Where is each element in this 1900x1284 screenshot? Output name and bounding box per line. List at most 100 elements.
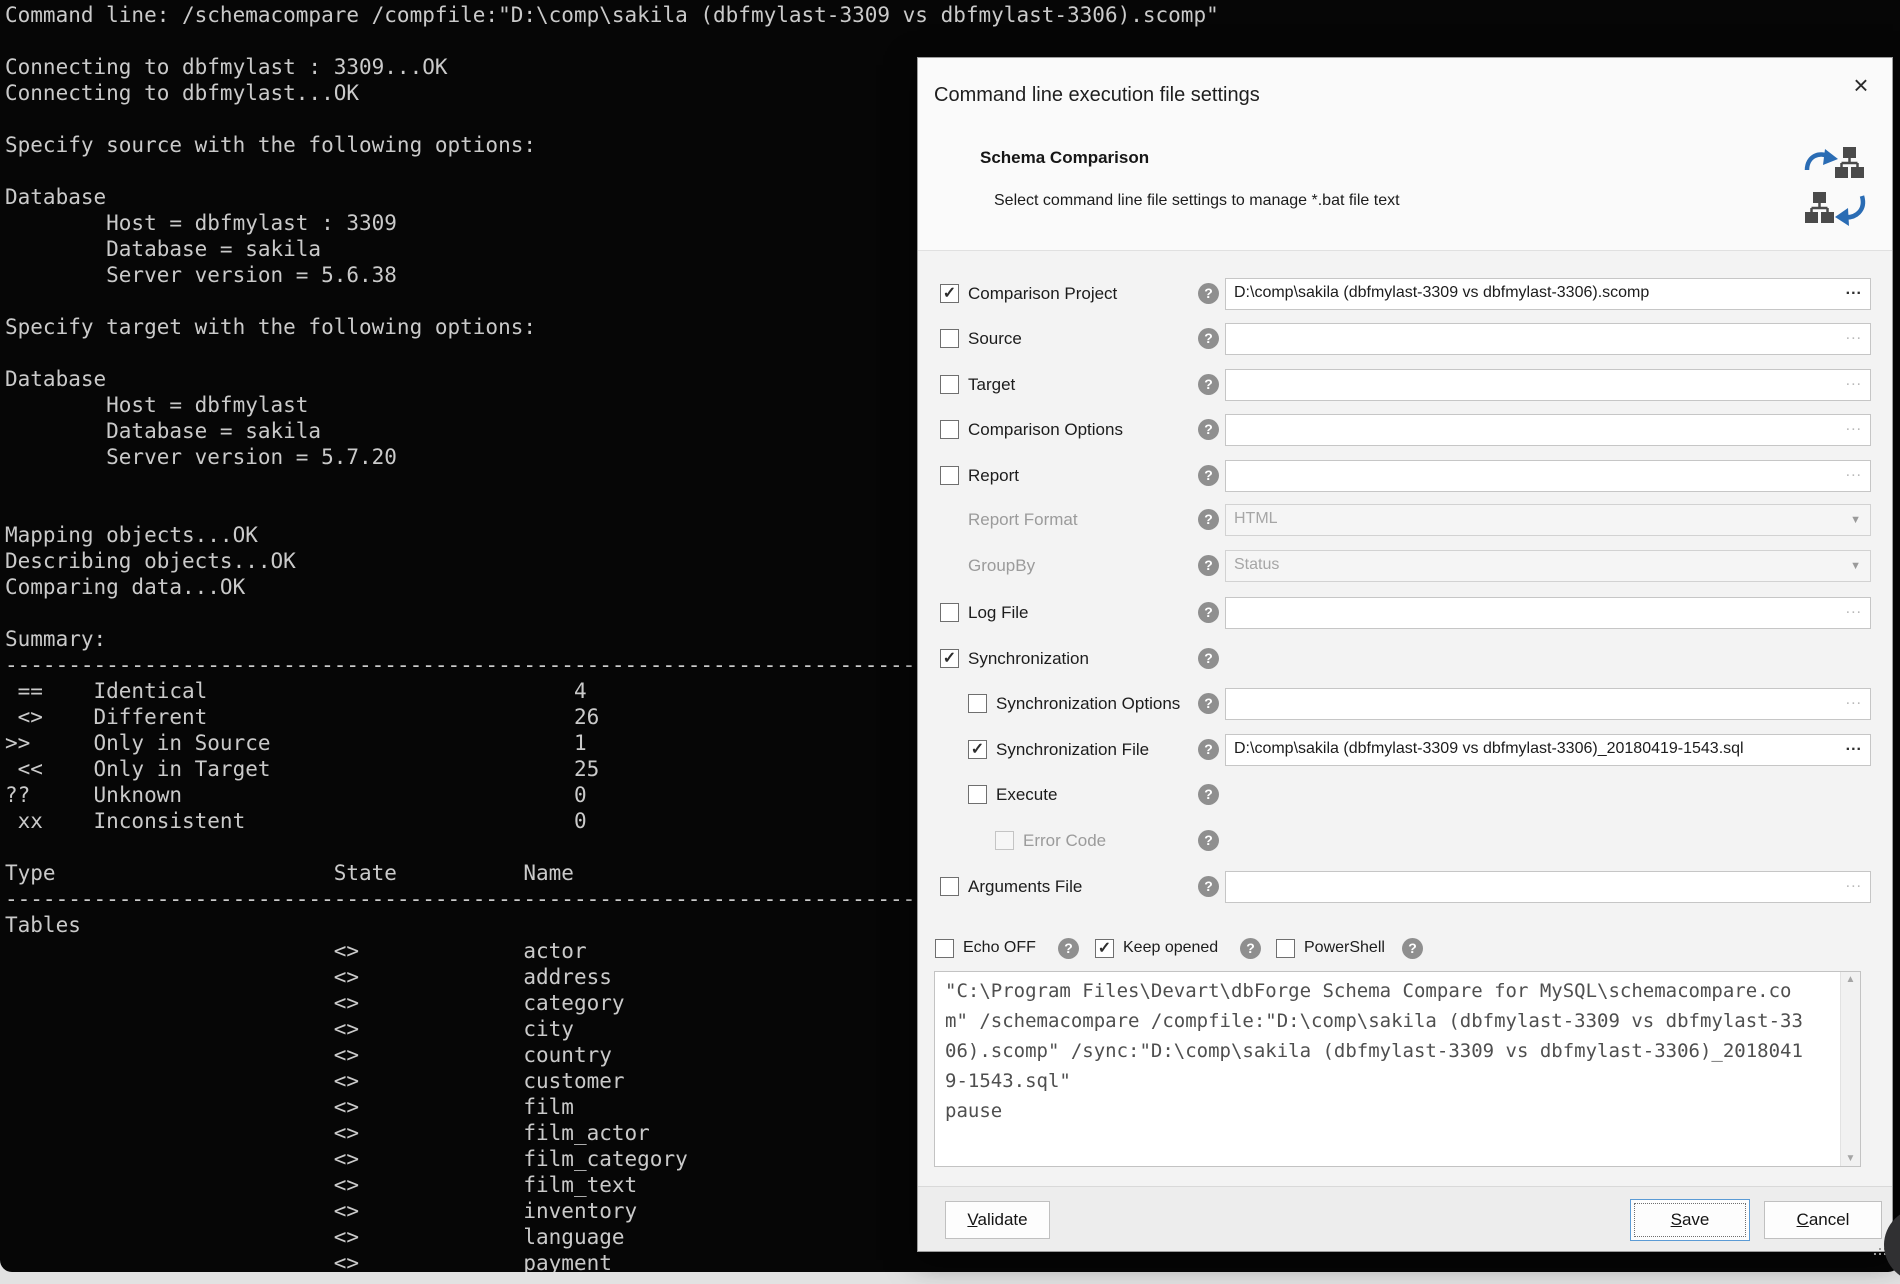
row-execute: ✓ Execute ? <box>918 779 1892 811</box>
help-icon[interactable]: ? <box>1198 419 1219 440</box>
help-icon[interactable]: ? <box>1198 784 1219 805</box>
target-input[interactable]: ... <box>1225 369 1871 401</box>
scroll-up-icon[interactable]: ▲ <box>1841 974 1860 985</box>
select-value: HTML <box>1234 510 1278 528</box>
comparison-project-label: Comparison Project <box>968 284 1117 304</box>
execute-checkbox[interactable]: ✓ <box>968 785 987 804</box>
synchronization-options-checkbox[interactable]: ✓ <box>968 694 987 713</box>
help-icon[interactable]: ? <box>1198 283 1219 304</box>
browse-button[interactable]: ... <box>1846 691 1862 709</box>
browse-button[interactable]: ... <box>1846 417 1862 435</box>
help-icon[interactable]: ? <box>1198 739 1219 760</box>
save-button[interactable]: Save <box>1630 1199 1750 1241</box>
help-icon[interactable]: ? <box>1198 876 1219 897</box>
row-comparison-options: ✓ Comparison Options ? ... <box>918 414 1892 446</box>
field-value: D:\comp\sakila (dbfmylast-3309 vs dbfmyl… <box>1234 740 1744 758</box>
checkmark-icon: ✓ <box>941 285 958 302</box>
target-label: Target <box>968 375 1015 395</box>
row-source: ✓ Source ? ... <box>918 323 1892 355</box>
bat-text: "C:\Program Files\Devart\dbForge Schema … <box>935 972 1823 1130</box>
row-groupby: GroupBy ? Status ▼ <box>918 550 1892 582</box>
chevron-down-icon: ▼ <box>1850 560 1861 572</box>
comparison-options-checkbox[interactable]: ✓ <box>940 420 959 439</box>
schema-comparison-icon <box>1802 146 1868 230</box>
report-checkbox[interactable]: ✓ <box>940 466 959 485</box>
help-icon[interactable]: ? <box>1198 648 1219 669</box>
log-file-checkbox[interactable]: ✓ <box>940 603 959 622</box>
scroll-down-icon[interactable]: ▼ <box>1841 1153 1860 1164</box>
help-icon[interactable]: ? <box>1240 938 1261 959</box>
screen: Command line: /schemacompare /compfile:"… <box>0 0 1900 1284</box>
source-checkbox[interactable]: ✓ <box>940 329 959 348</box>
error-code-checkbox: ✓ <box>995 831 1014 850</box>
synchronization-label: Synchronization <box>968 649 1089 669</box>
browse-button[interactable]: ... <box>1846 600 1862 618</box>
report-input[interactable]: ... <box>1225 460 1871 492</box>
select-value: Status <box>1234 556 1279 574</box>
row-error-code: ✓ Error Code ? <box>918 825 1892 857</box>
browse-button[interactable]: ... <box>1846 463 1862 481</box>
help-icon[interactable]: ? <box>1402 938 1423 959</box>
arguments-file-checkbox[interactable]: ✓ <box>940 877 959 896</box>
comparison-options-input[interactable]: ... <box>1225 414 1871 446</box>
help-icon[interactable]: ? <box>1198 509 1219 530</box>
source-label: Source <box>968 329 1022 349</box>
browse-button[interactable]: ... <box>1846 281 1862 299</box>
row-target: ✓ Target ? ... <box>918 369 1892 401</box>
row-comparison-project: ✓ Comparison Project ? D:\comp\sakila (d… <box>918 278 1892 310</box>
row-synchronization: ✓ Synchronization ? <box>918 643 1892 675</box>
help-icon[interactable]: ? <box>1198 555 1219 576</box>
synchronization-file-checkbox[interactable]: ✓ <box>968 740 987 759</box>
browse-button[interactable]: ... <box>1846 737 1862 755</box>
close-icon[interactable]: × <box>1848 72 1874 98</box>
cancel-button[interactable]: Cancel <box>1764 1201 1882 1239</box>
log-file-label: Log File <box>968 603 1028 623</box>
checkmark-icon: ✓ <box>941 650 958 667</box>
dialog-header: Command line execution file settings × S… <box>918 58 1892 251</box>
checkmark-icon: ✓ <box>969 741 986 758</box>
report-format-select: HTML ▼ <box>1225 504 1871 536</box>
keep-opened-label: Keep opened <box>1123 939 1218 957</box>
help-icon[interactable]: ? <box>1198 602 1219 623</box>
arguments-file-input[interactable]: ... <box>1225 871 1871 903</box>
keep-opened-checkbox[interactable]: ✓ <box>1095 939 1114 958</box>
help-icon[interactable]: ? <box>1058 938 1079 959</box>
report-format-label: Report Format <box>968 510 1078 530</box>
row-arguments-file: ✓ Arguments File ? ... <box>918 871 1892 903</box>
help-icon[interactable]: ? <box>1198 465 1219 486</box>
source-input[interactable]: ... <box>1225 323 1871 355</box>
row-synchronization-file: ✓ Synchronization File ? D:\comp\sakila … <box>918 734 1892 766</box>
echo-off-label: Echo OFF <box>963 939 1036 957</box>
synchronization-file-input[interactable]: D:\comp\sakila (dbfmylast-3309 vs dbfmyl… <box>1225 734 1871 766</box>
help-icon[interactable]: ? <box>1198 693 1219 714</box>
synchronization-options-input[interactable]: ... <box>1225 688 1871 720</box>
arguments-file-label: Arguments File <box>968 877 1082 897</box>
scrollbar[interactable]: ▲ ▼ <box>1840 972 1860 1166</box>
powershell-label: PowerShell <box>1304 939 1385 957</box>
chevron-down-icon: ▼ <box>1850 514 1861 526</box>
help-icon[interactable]: ? <box>1198 328 1219 349</box>
powershell-checkbox[interactable]: ✓ <box>1276 939 1295 958</box>
comparison-project-input[interactable]: D:\comp\sakila (dbfmylast-3309 vs dbfmyl… <box>1225 278 1871 310</box>
bat-text-area[interactable]: "C:\Program Files\Devart\dbForge Schema … <box>934 971 1861 1167</box>
report-label: Report <box>968 466 1019 486</box>
dialog-title: Command line execution file settings <box>934 84 1260 107</box>
help-icon[interactable]: ? <box>1198 374 1219 395</box>
dialog-description: Select command line file settings to man… <box>994 192 1400 210</box>
browse-button[interactable]: ... <box>1846 372 1862 390</box>
log-file-input[interactable]: ... <box>1225 597 1871 629</box>
browse-button[interactable]: ... <box>1846 326 1862 344</box>
checkmark-icon: ✓ <box>1096 940 1113 957</box>
error-code-label: Error Code <box>1023 831 1106 851</box>
validate-button[interactable]: Validate <box>945 1201 1050 1239</box>
help-icon[interactable]: ? <box>1198 830 1219 851</box>
synchronization-checkbox[interactable]: ✓ <box>940 649 959 668</box>
browse-button[interactable]: ... <box>1846 874 1862 892</box>
echo-off-checkbox[interactable]: ✓ <box>935 939 954 958</box>
comparison-project-checkbox[interactable]: ✓ <box>940 284 959 303</box>
row-log-file: ✓ Log File ? ... <box>918 597 1892 629</box>
schema-comparison-heading: Schema Comparison <box>980 148 1149 168</box>
row-bat-options: ✓ Echo OFF ? ✓ Keep opened ? ✓ PowerShel… <box>918 933 1892 965</box>
comparison-options-label: Comparison Options <box>968 420 1123 440</box>
target-checkbox[interactable]: ✓ <box>940 375 959 394</box>
